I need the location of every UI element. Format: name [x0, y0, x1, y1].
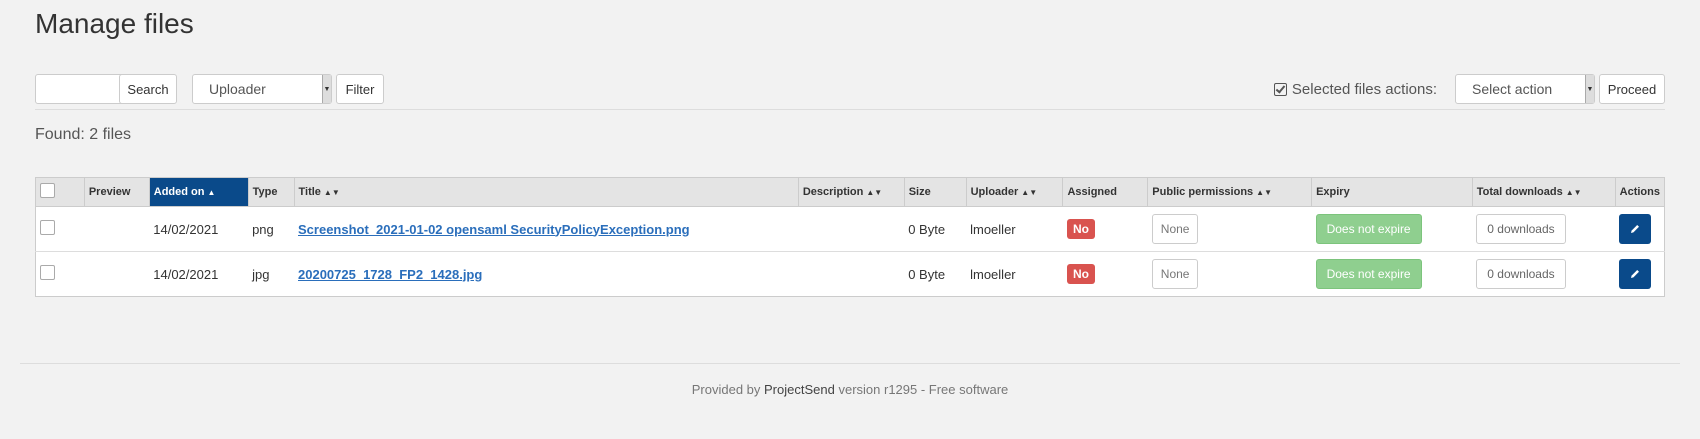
sort-icon: ▲▼ [866, 188, 883, 197]
check-square-icon [1273, 83, 1287, 96]
assigned-cell: No [1063, 252, 1148, 297]
row-select-cell [35, 206, 85, 252]
sort-icon: ▲▼ [323, 188, 340, 197]
assigned-cell: No [1062, 206, 1148, 252]
header-uploader[interactable]: Uploader ▲▼ [966, 177, 1064, 207]
downloads-button[interactable]: 0 downloads [1476, 214, 1566, 244]
header-description[interactable]: Description ▲▼ [798, 177, 905, 207]
page-title: Manage files [35, 8, 194, 39]
header-expiry: Expiry [1311, 177, 1473, 207]
results-count: Found: 2 files [35, 126, 132, 143]
downloads-cell: 0 downloads [1472, 206, 1616, 252]
header-public-permissions-label: Public permissions [1152, 186, 1254, 198]
sort-asc-icon: ▲ [207, 188, 216, 197]
expiry-cell: Does not expire [1311, 206, 1473, 252]
uploader-select[interactable]: Uploader ▼ [192, 74, 332, 104]
selected-files-actions-label: Selected files actions: [1273, 81, 1437, 98]
sort-icon: ▲▼ [1021, 188, 1038, 197]
added-on-cell: 14/02/2021 [149, 206, 249, 252]
header-preview: Preview [84, 177, 150, 207]
search-button[interactable]: Search [119, 74, 177, 104]
header-type: Type [248, 177, 295, 207]
footer-suffix: version r1295 - Free software [838, 382, 1009, 397]
action-select-value: Select action [1472, 81, 1553, 97]
table-header-row: Preview Added on ▲ Type Title ▲▼ Descripti… [35, 177, 1665, 207]
description-cell [798, 206, 905, 252]
action-select[interactable]: Select action ▼ [1455, 74, 1595, 104]
chevron-down-icon: ▼ [322, 75, 331, 103]
filter-button[interactable]: Filter [336, 74, 384, 104]
table-row: 14/02/2021 png Screenshot_2021-01-02 ope… [35, 206, 1665, 252]
header-size: Size [904, 177, 967, 207]
row-select-cell [36, 252, 85, 297]
actions-cell [1615, 252, 1664, 297]
chevron-down-icon: ▼ [1585, 75, 1594, 103]
size-cell: 0 Byte [908, 266, 946, 282]
sort-icon: ▲▼ [1565, 188, 1582, 197]
header-assigned: Assigned [1062, 177, 1149, 207]
public-permissions-button[interactable]: None [1151, 259, 1199, 289]
header-total-downloads-label: Total downloads [1476, 186, 1563, 198]
type-cell: png [248, 206, 294, 252]
uploader-select-value: Uploader [209, 81, 266, 97]
description-cell [798, 252, 904, 297]
size-cell: 0 Byte [904, 206, 967, 252]
file-title-link[interactable]: 20200725_1728_FP2_1428.jpg [298, 267, 482, 282]
table-row: 14/02/2021 jpg 20200725_1728_FP2_1428.jp… [36, 252, 1665, 297]
assigned-badge: No [1066, 264, 1095, 284]
uploader-cell: lmoeller [970, 266, 1016, 282]
downloads-button[interactable]: 0 downloads [1476, 259, 1566, 289]
edit-button[interactable] [1619, 214, 1652, 244]
files-table: Preview Added on ▲ Type Title ▲▼ Descripti… [35, 177, 1665, 297]
pencil-icon [1631, 270, 1640, 278]
header-added-on-label: Added on [153, 186, 205, 198]
divider [35, 109, 1665, 110]
type-cell: jpg [252, 266, 270, 282]
search-input[interactable] [35, 74, 127, 104]
expiry-button[interactable]: Does not expire [1315, 214, 1422, 244]
public-permissions-button[interactable]: None [1151, 214, 1199, 244]
public-permissions-cell: None [1148, 252, 1312, 297]
header-description-label: Description [802, 186, 864, 198]
edit-button[interactable] [1619, 259, 1652, 289]
row-checkbox[interactable] [40, 265, 55, 280]
file-title-link[interactable]: Screenshot_2021-01-02 opensaml SecurityP… [298, 222, 690, 237]
select-all-checkbox[interactable] [40, 183, 55, 198]
public-permissions-cell: None [1147, 206, 1312, 252]
sort-icon: ▲▼ [1256, 188, 1273, 197]
expiry-button[interactable]: Does not expire [1315, 259, 1422, 289]
preview-cell [84, 252, 149, 297]
footer-divider [20, 363, 1680, 364]
pencil-icon [1631, 225, 1640, 233]
footer: Provided by ProjectSend version r1295 - … [0, 382, 1700, 397]
proceed-button[interactable]: Proceed [1599, 74, 1665, 104]
header-uploader-label: Uploader [970, 186, 1019, 198]
footer-prefix: Provided by [691, 382, 761, 397]
select-all-header [35, 177, 85, 207]
downloads-cell: 0 downloads [1472, 252, 1615, 297]
added-on-cell: 14/02/2021 [153, 266, 219, 282]
actions-label-text: Selected files actions: [1291, 81, 1437, 98]
expiry-cell: Does not expire [1312, 252, 1473, 297]
assigned-badge: No [1066, 219, 1095, 239]
row-checkbox[interactable] [40, 220, 55, 235]
preview-cell [84, 206, 150, 252]
title-cell: 20200725_1728_FP2_1428.jpg [294, 252, 798, 297]
title-cell: Screenshot_2021-01-02 opensaml SecurityP… [294, 206, 799, 252]
header-total-downloads[interactable]: Total downloads ▲▼ [1472, 177, 1616, 207]
header-title-label: Title [298, 186, 321, 198]
toolbar: Search Uploader ▼ Filter Selected files … [35, 74, 1665, 104]
actions-cell [1615, 206, 1665, 252]
header-public-permissions[interactable]: Public permissions ▲▼ [1147, 177, 1313, 207]
header-actions: Actions [1615, 177, 1665, 207]
footer-brand-link[interactable]: ProjectSend [764, 382, 835, 397]
header-title[interactable]: Title ▲▼ [294, 177, 799, 207]
uploader-cell: lmoeller [966, 206, 1063, 252]
header-added-on[interactable]: Added on ▲ [149, 177, 249, 207]
